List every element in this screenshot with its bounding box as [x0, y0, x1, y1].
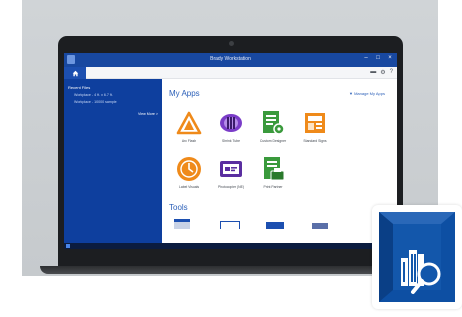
app-tile-custom-designer[interactable]: Custom Designer: [254, 109, 292, 143]
app-tile-arc-flash[interactable]: Arc Flash: [170, 109, 208, 143]
recent-files-sidebar: Recent Files Workplace - 4 ft. x 6.7 ft.…: [64, 79, 162, 243]
app-tile-print-partner[interactable]: Print Partner: [254, 155, 292, 189]
app-tile-shrink-tube[interactable]: Shrink Tube: [212, 109, 250, 143]
my-apps-title: My Apps: [169, 89, 200, 98]
pin-icon[interactable]: ▬: [370, 69, 376, 76]
title-bar: Brady Workstation – □ ×: [64, 53, 397, 67]
print-partner-icon: [264, 157, 285, 181]
app-tile-label-visuals[interactable]: Label Visuals: [170, 155, 208, 189]
window-title: Brady Workstation: [210, 56, 251, 62]
maximize-button[interactable]: □: [375, 55, 381, 61]
manage-my-apps-label: Manage My Apps: [354, 91, 385, 96]
app-badge: [372, 205, 462, 309]
app-tile-standard-signs[interactable]: Standard Signs: [296, 109, 334, 143]
start-button[interactable]: [66, 244, 70, 248]
recent-files-heading: Recent Files: [68, 85, 91, 90]
app-label: Custom Designer: [259, 139, 287, 143]
tool-icon[interactable]: [174, 219, 190, 229]
taskbar: [64, 243, 397, 249]
label-visuals-icon: [177, 157, 201, 181]
recent-file-item[interactable]: Workplace - 10000 sample: [74, 100, 117, 104]
window-controls: – □ ×: [363, 55, 393, 61]
close-button[interactable]: ×: [387, 55, 393, 61]
home-tab[interactable]: [64, 67, 86, 79]
laptop-base: [40, 266, 423, 274]
app-label: Shrink Tube: [221, 139, 241, 143]
toolbar-icons: ▬ ⚙ ?: [370, 69, 393, 76]
app-label: Print Partner: [263, 185, 283, 189]
building-search-icon: [379, 212, 455, 302]
tool-icon[interactable]: [266, 222, 284, 229]
camera-icon: [229, 41, 234, 46]
custom-designer-icon: [263, 111, 285, 135]
app-label: Photocopier (NE): [217, 185, 244, 189]
app-label: Standard Signs: [303, 139, 327, 143]
app-tile-photocopier[interactable]: Photocopier (NE): [212, 155, 250, 189]
app-label: Arc Flash: [181, 139, 197, 143]
tools-title: Tools: [169, 203, 188, 212]
help-button[interactable]: ?: [390, 69, 393, 76]
photocopier-icon: [220, 161, 242, 177]
minimize-button[interactable]: –: [363, 55, 369, 61]
home-icon: [72, 70, 78, 76]
recent-file-item[interactable]: Workplace - 4 ft. x 6.7 ft.: [74, 93, 113, 97]
shrink-tube-icon: [220, 114, 242, 132]
standard-signs-icon: [305, 113, 325, 133]
home-bar: ▬ ⚙ ?: [64, 67, 397, 79]
warning-triangle-icon: [176, 111, 202, 135]
badge-background: [379, 212, 455, 302]
tool-icon[interactable]: [312, 223, 328, 229]
main-panel: My Apps ▼ Manage My Apps Arc Flash Shrin…: [162, 79, 397, 249]
tool-icon[interactable]: [220, 221, 240, 229]
manage-my-apps-link[interactable]: ▼ Manage My Apps: [349, 91, 385, 96]
product-illustration: Brady Workstation – □ × ▬ ⚙ ? Recent Fil…: [0, 0, 462, 317]
laptop-screen: Brady Workstation – □ × ▬ ⚙ ? Recent Fil…: [64, 53, 397, 249]
gear-icon[interactable]: ⚙: [380, 69, 385, 76]
app-label: Label Visuals: [178, 185, 200, 189]
view-more-link[interactable]: View More >: [138, 112, 158, 116]
